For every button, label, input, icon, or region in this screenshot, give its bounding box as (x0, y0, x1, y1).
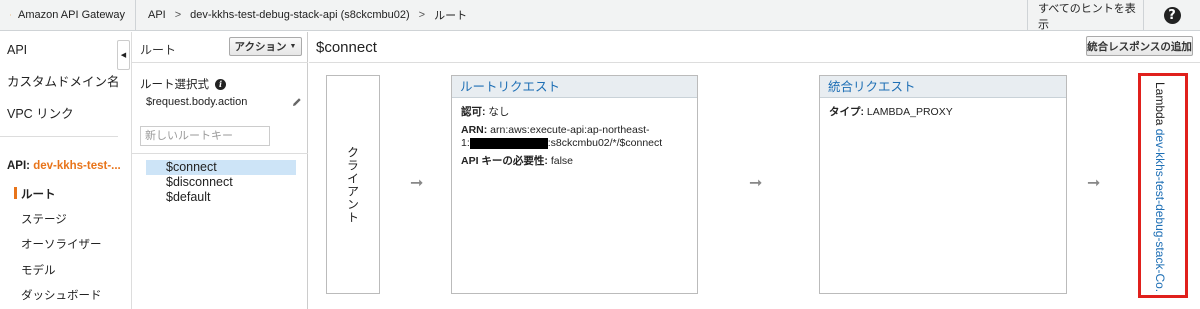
active-indicator (14, 187, 17, 199)
route-selection-expression-value: $request.body.action (146, 96, 248, 108)
breadcrumb-api[interactable]: API (148, 9, 166, 21)
breadcrumb-separator: > (418, 9, 426, 21)
add-integration-response-button[interactable]: 統合レスポンスの追加 (1086, 36, 1193, 56)
api-key-value: false (550, 155, 574, 167)
api-key-label: API キーの必要性: (461, 155, 548, 167)
redacted-account-id (469, 137, 548, 149)
route-request-card[interactable]: ルートリクエスト 認可: なし ARN: arn:aws:execute-api… (451, 75, 698, 294)
route-item-disconnect[interactable]: $disconnect (146, 175, 296, 190)
show-all-hints-label: すべてのヒントを表示 (1038, 2, 1136, 31)
auth-value: なし (488, 106, 510, 118)
top-bar: Amazon API Gateway API > dev-kkhs-test-d… (0, 0, 1200, 31)
caret-down-icon: ▼ (289, 43, 297, 50)
lambda-function-link[interactable]: dev-kkhs-test-debug-stack-Co... (1153, 129, 1167, 292)
main-content: $connect 統合レスポンスの追加 クライアント ➞ ルートリクエスト 認可… (309, 32, 1200, 309)
show-all-hints-button[interactable]: すべてのヒントを表示 (1027, 0, 1143, 31)
integration-request-body: タイプ: LAMBDA_PROXY (820, 98, 1066, 132)
nav-item-vpc-link[interactable]: VPC リンク (7, 103, 74, 122)
brand-name: Amazon API Gateway (18, 9, 125, 21)
arrow-right-icon: ➞ (410, 173, 424, 192)
route-selection-expression-label: ルート選択式 i (140, 76, 226, 92)
arrow-right-icon: ➞ (749, 173, 763, 192)
client-label: クライアント (345, 145, 360, 224)
collapse-nav-button[interactable]: ◀ (117, 40, 130, 70)
nav-sub-item-dashboard[interactable]: ダッシュボード (21, 287, 102, 303)
route-selection-label-text: ルート選択式 (140, 79, 209, 91)
breadcrumb-current: ルート (434, 10, 468, 22)
arn-line2-suffix: :s8ckcmbu02/*/$connect (547, 137, 663, 149)
route-request-title[interactable]: ルートリクエスト (452, 76, 697, 98)
route-request-body: 認可: なし ARN: arn:aws:execute-api:ap-north… (452, 98, 697, 181)
nav-sub-item-authorizers[interactable]: オーソライザー (21, 236, 102, 252)
integration-request-card[interactable]: 統合リクエスト タイプ: LAMBDA_PROXY (819, 75, 1067, 294)
nav-divider (0, 136, 118, 137)
nav-sub-item-stages[interactable]: ステージ (21, 211, 67, 227)
brand[interactable]: Amazon API Gateway (0, 0, 136, 31)
type-row: タイプ: LAMBDA_PROXY (829, 106, 1057, 119)
nav-sub-item-models[interactable]: モデル (21, 262, 56, 278)
pencil-icon[interactable] (292, 97, 302, 107)
nav-item-custom-domain[interactable]: カスタムドメイン名 (7, 71, 120, 90)
breadcrumb-separator: > (174, 9, 182, 21)
current-api-label[interactable]: API: dev-kkhs-test-... (7, 160, 121, 172)
api-gateway-logo-icon (10, 14, 11, 16)
lambda-prefix: Lambda (1153, 82, 1167, 126)
divider (309, 62, 1200, 63)
breadcrumb: API > dev-kkhs-test-debug-stack-api (s8c… (136, 7, 467, 23)
chevron-left-icon: ◀ (120, 52, 127, 59)
divider (132, 62, 308, 63)
route-item-default[interactable]: $default (146, 190, 296, 205)
auth-label: 認可: (461, 106, 486, 118)
api-prefix: API: (7, 160, 30, 172)
arn-line1: arn:aws:execute-api:ap-northeast- (490, 124, 650, 136)
help-icon: ? (1163, 7, 1181, 24)
arn-label: ARN: (461, 124, 488, 136)
api-key-row: API キーの必要性: false (461, 155, 688, 168)
new-route-key-input[interactable] (140, 126, 270, 146)
page-title: $connect (316, 39, 377, 56)
arrow-right-icon: ➞ (1087, 173, 1101, 192)
nav-item-api[interactable]: API (7, 43, 27, 57)
route-item-connect[interactable]: $connect (146, 160, 296, 175)
breadcrumb-api-name[interactable]: dev-kkhs-test-debug-stack-api (s8ckcmbu0… (190, 9, 409, 21)
api-name: dev-kkhs-test-... (33, 160, 121, 172)
type-label: タイプ: (829, 106, 864, 118)
arn-row: ARN: arn:aws:execute-api:ap-northeast- 1… (461, 124, 688, 150)
routes-panel: ルート アクション ▼ ルート選択式 i $request.body.actio… (131, 32, 308, 309)
actions-button[interactable]: アクション ▼ (229, 37, 302, 56)
routes-title: ルート (140, 43, 177, 57)
divider (132, 153, 308, 154)
nav-sub-item-routes[interactable]: ルート (21, 186, 56, 202)
actions-label: アクション (234, 41, 287, 53)
integration-request-title[interactable]: 統合リクエスト (820, 76, 1066, 98)
info-icon[interactable]: i (215, 78, 226, 90)
auth-row: 認可: なし (461, 106, 688, 119)
left-navigation: API カスタムドメイン名 VPC リンク API: dev-kkhs-test… (0, 32, 121, 309)
lambda-target-box[interactable]: Lambda dev-kkhs-test-debug-stack-Co... (1138, 73, 1188, 298)
client-box[interactable]: クライアント (326, 75, 380, 294)
help-button[interactable]: ? (1143, 0, 1200, 31)
type-value: LAMBDA_PROXY (866, 106, 953, 118)
lambda-target: Lambda dev-kkhs-test-debug-stack-Co... (1153, 82, 1167, 292)
arn-line2-prefix: 1: (461, 137, 470, 149)
